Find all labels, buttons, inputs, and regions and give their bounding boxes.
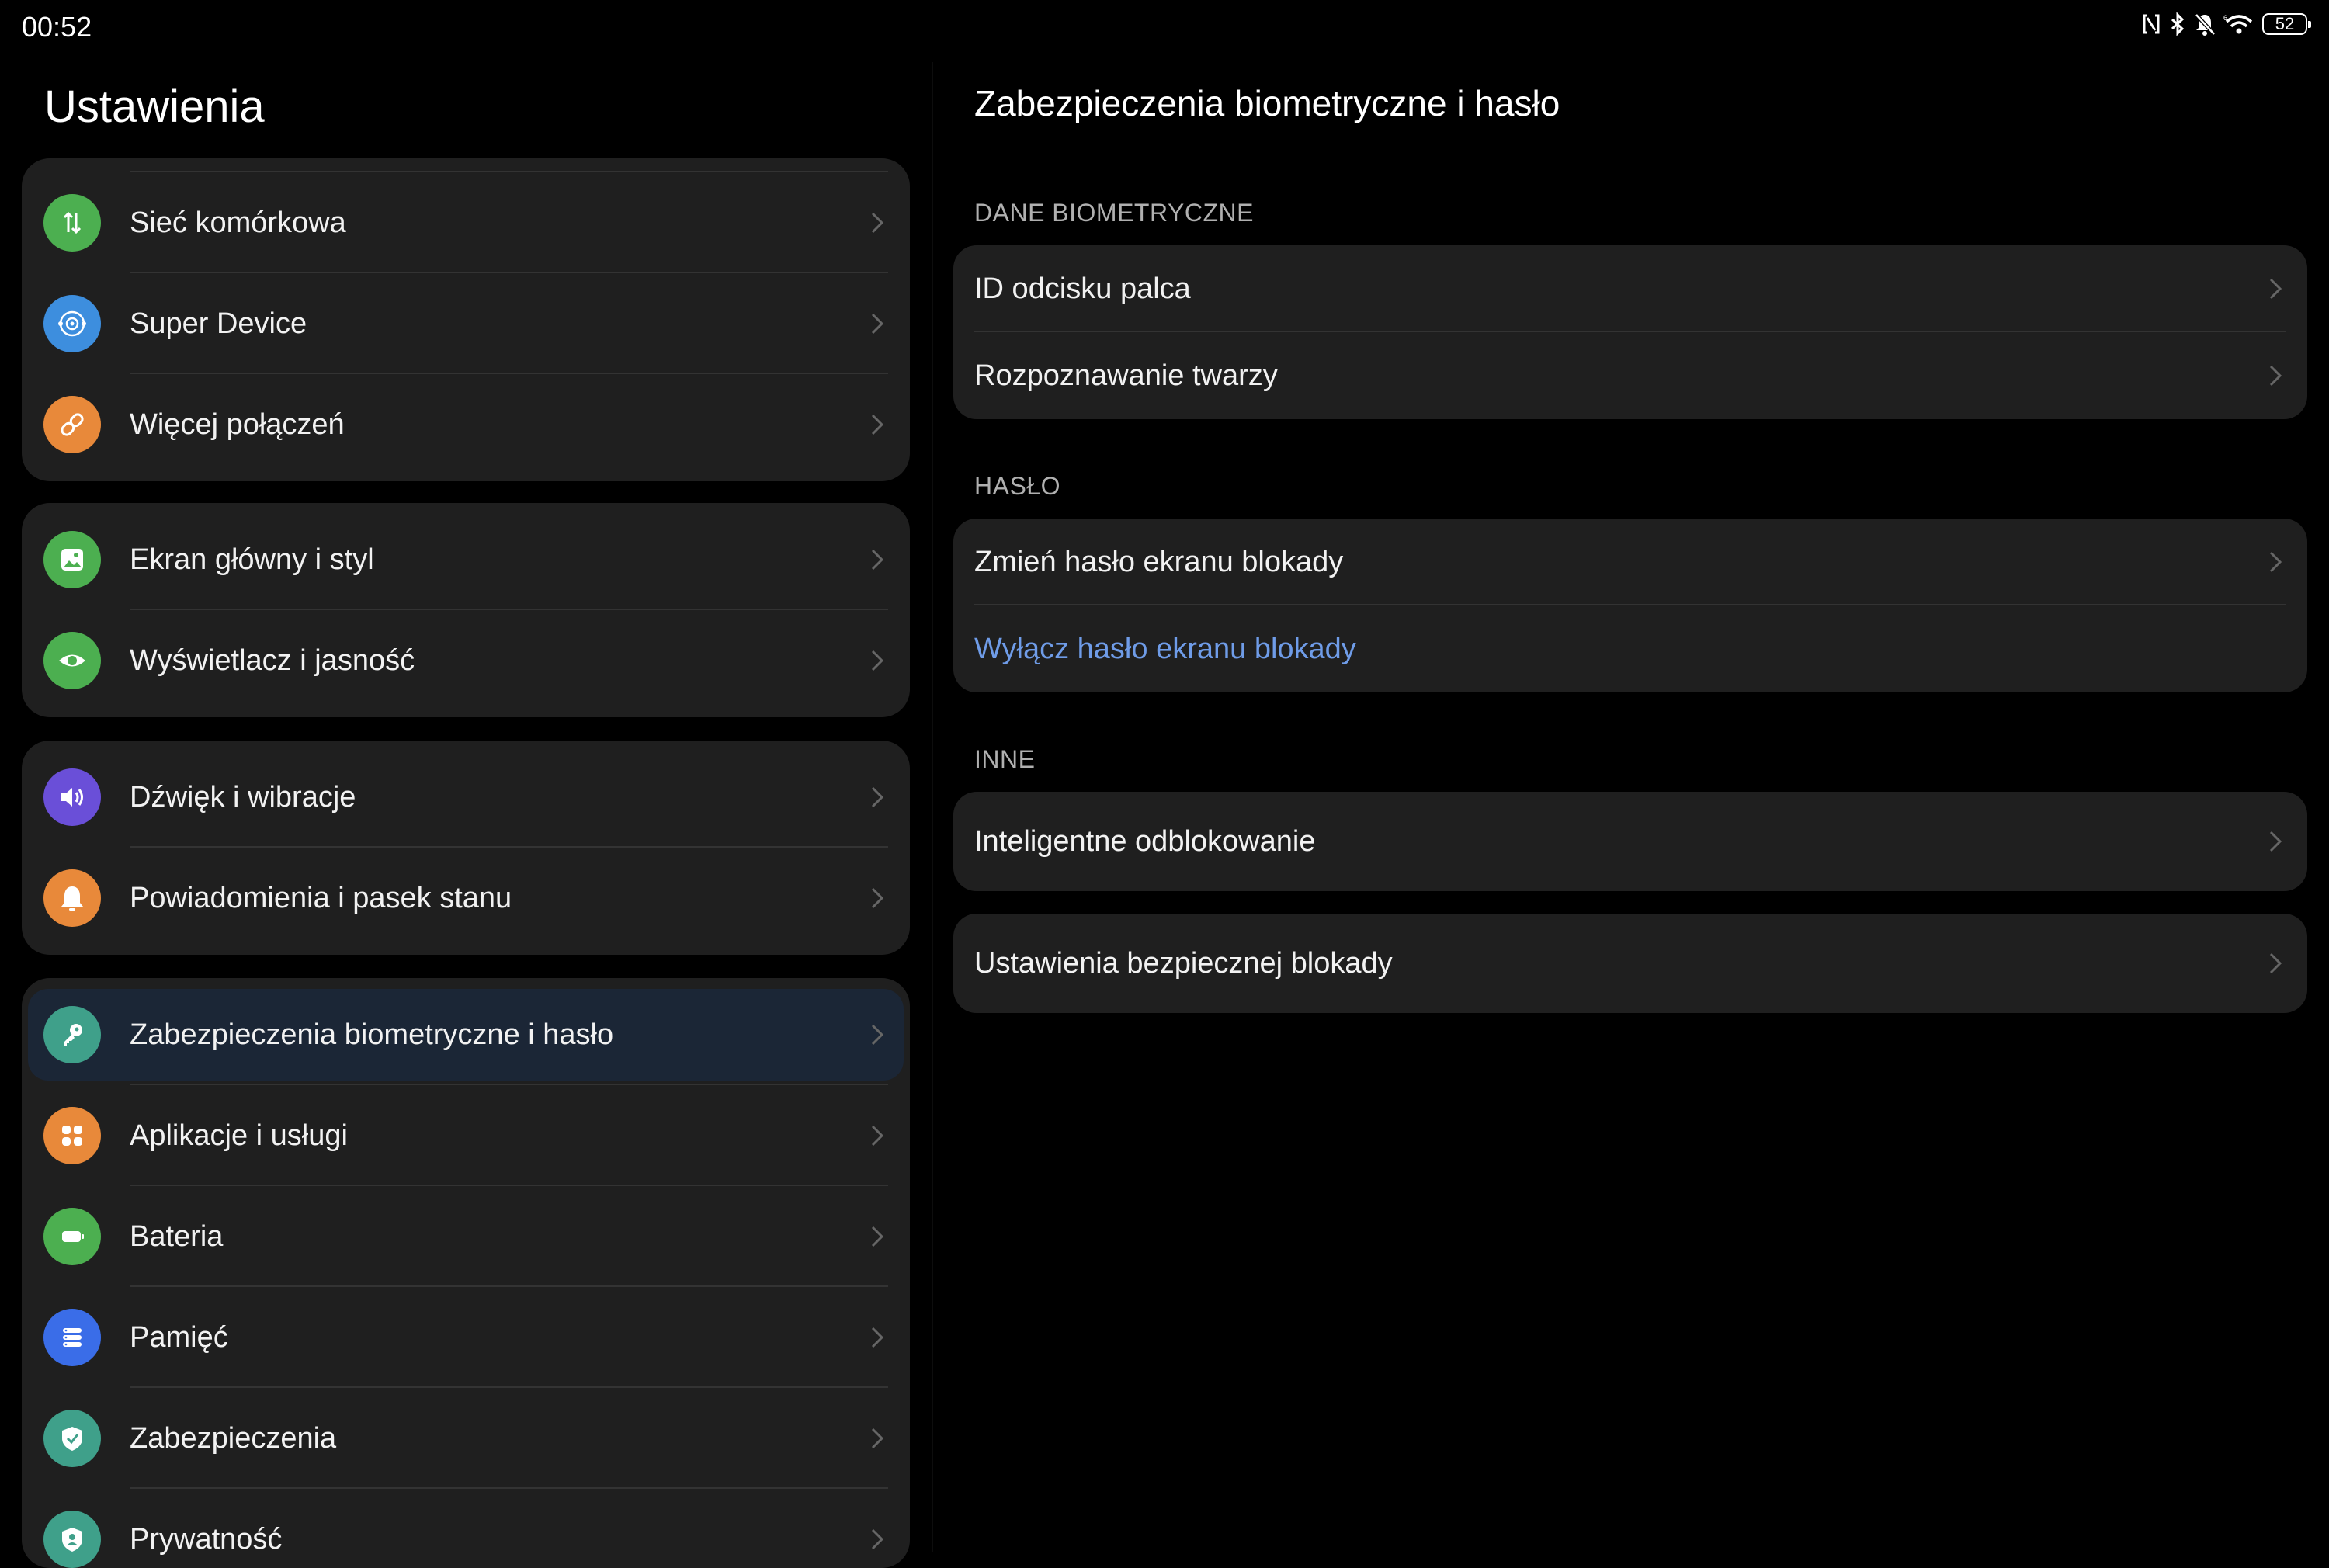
status-bar: 00:52 6 52	[0, 0, 2329, 62]
chevron-right-icon	[2269, 278, 2282, 300]
item-label: Inteligentne odblokowanie	[974, 824, 1316, 858]
chevron-right-icon	[871, 212, 884, 234]
settings-item-label: Aplikacje i usługi	[130, 1119, 348, 1152]
disable-lock-password-item[interactable]: Wyłącz hasło ekranu blokady	[953, 605, 2307, 692]
chevron-right-icon	[871, 1024, 884, 1046]
section-header-password: HASŁO	[974, 472, 1060, 500]
chevron-right-icon	[871, 549, 884, 571]
settings-item-mobile-network[interactable]: Sieć komórkowa	[22, 172, 910, 273]
face-recognition-item[interactable]: Rozpoznawanie twarzy	[953, 332, 2307, 419]
section-header-biometrics: DANE BIOMETRYCZNE	[974, 199, 1254, 227]
storage-icon	[43, 1309, 101, 1366]
wifi-icon: 6	[2223, 12, 2254, 36]
nfc-icon	[2141, 13, 2161, 35]
item-label: Zmień hasło ekranu blokady	[974, 545, 1344, 578]
eye-icon	[43, 632, 101, 689]
settings-item-home-screen[interactable]: Ekran główny i styl	[22, 509, 910, 610]
settings-item-label: Pamięć	[130, 1320, 228, 1354]
settings-item-label: Sieć komórkowa	[130, 206, 346, 239]
settings-group-sound: Dźwięk i wibracje Powiadomienia i pasek …	[22, 741, 910, 955]
password-card: Zmień hasło ekranu blokady Wyłącz hasło …	[953, 519, 2307, 692]
smart-unlock-item[interactable]: Inteligentne odblokowanie	[953, 792, 2307, 891]
item-label: Rozpoznawanie twarzy	[974, 359, 1278, 392]
settings-item-label: Wyświetlacz i jasność	[130, 644, 415, 677]
battery-icon: 52	[2262, 13, 2311, 35]
chevron-right-icon	[2269, 831, 2282, 852]
chevron-right-icon	[2269, 551, 2282, 573]
battery-setting-icon	[43, 1208, 101, 1265]
fingerprint-id-item[interactable]: ID odcisku palca	[953, 245, 2307, 332]
status-icons: 6 52	[2141, 12, 2311, 36]
secure-lock-settings-item[interactable]: Ustawienia bezpiecznej blokady	[953, 914, 2307, 1013]
key-icon	[43, 1006, 101, 1063]
svg-text:6: 6	[2223, 14, 2227, 22]
item-label: ID odcisku palca	[974, 272, 1191, 305]
settings-group-system: Zabezpieczenia biometryczne i hasło Apli…	[22, 978, 910, 1568]
page-title: Ustawienia	[44, 82, 265, 132]
shield-check-icon	[43, 1410, 101, 1467]
privacy-icon	[43, 1511, 101, 1568]
settings-item-more-connections[interactable]: Więcej połączeń	[22, 374, 910, 475]
settings-item-label: Bateria	[130, 1219, 224, 1253]
other-card: Inteligentne odblokowanie	[953, 792, 2307, 891]
section-header-other: INNE	[974, 745, 1036, 773]
settings-item-security[interactable]: Zabezpieczenia	[22, 1388, 910, 1489]
image-icon	[43, 531, 101, 588]
settings-item-label: Więcej połączeń	[130, 408, 345, 441]
status-time: 00:52	[22, 11, 92, 43]
bluetooth-icon	[2169, 12, 2186, 36]
chevron-right-icon	[871, 887, 884, 909]
settings-item-storage[interactable]: Pamięć	[22, 1287, 910, 1388]
chevron-right-icon	[871, 786, 884, 808]
super-device-icon	[43, 295, 101, 352]
bell-icon	[43, 869, 101, 927]
settings-list-pane: Ustawienia Sieć komórkowa Super Device W…	[0, 62, 932, 1568]
settings-item-label: Powiadomienia i pasek stanu	[130, 881, 512, 914]
chevron-right-icon	[871, 1528, 884, 1550]
settings-item-super-device[interactable]: Super Device	[22, 273, 910, 374]
settings-item-battery[interactable]: Bateria	[22, 1186, 910, 1287]
settings-item-biometrics-password[interactable]: Zabezpieczenia biometryczne i hasło	[22, 984, 910, 1085]
settings-item-label: Prywatność	[130, 1522, 283, 1556]
change-lock-password-item[interactable]: Zmień hasło ekranu blokady	[953, 519, 2307, 605]
disable-password-link[interactable]: Wyłącz hasło ekranu blokady	[974, 633, 1356, 666]
settings-item-label: Ekran główny i styl	[130, 543, 374, 576]
chevron-right-icon	[871, 1226, 884, 1247]
detail-title: Zabezpieczenia biometryczne i hasło	[974, 83, 1560, 123]
item-label: Ustawienia bezpiecznej blokady	[974, 946, 1393, 980]
chevron-right-icon	[871, 1428, 884, 1449]
settings-item-apps-services[interactable]: Aplikacje i usługi	[22, 1085, 910, 1186]
settings-item-sound[interactable]: Dźwięk i wibracje	[22, 747, 910, 848]
speaker-icon	[43, 768, 101, 826]
settings-item-privacy[interactable]: Prywatność	[22, 1489, 910, 1568]
settings-item-label: Zabezpieczenia biometryczne i hasło	[130, 1018, 614, 1051]
settings-item-label: Zabezpieczenia	[130, 1421, 337, 1455]
settings-group-display: Ekran główny i styl Wyświetlacz i jasnoś…	[22, 503, 910, 717]
chevron-right-icon	[871, 414, 884, 435]
biometrics-card: ID odcisku palca Rozpoznawanie twarzy	[953, 245, 2307, 419]
settings-item-label: Dźwięk i wibracje	[130, 780, 356, 813]
chevron-right-icon	[2269, 365, 2282, 387]
settings-item-display-brightness[interactable]: Wyświetlacz i jasność	[22, 610, 910, 711]
chevron-right-icon	[871, 313, 884, 335]
secure-lock-card: Ustawienia bezpiecznej blokady	[953, 914, 2307, 1013]
chevron-right-icon	[871, 1125, 884, 1147]
settings-item-notifications[interactable]: Powiadomienia i pasek stanu	[22, 848, 910, 949]
chevron-right-icon	[2269, 952, 2282, 974]
settings-item-label: Super Device	[130, 307, 307, 340]
link-icon	[43, 396, 101, 453]
mobile-data-icon	[43, 194, 101, 252]
settings-group-connectivity: Sieć komórkowa Super Device Więcej połąc…	[22, 158, 910, 481]
mute-icon	[2194, 12, 2216, 36]
chevron-right-icon	[871, 1327, 884, 1348]
apps-grid-icon	[43, 1107, 101, 1164]
detail-pane: Zabezpieczenia biometryczne i hasło DANE…	[933, 62, 2329, 1552]
chevron-right-icon	[871, 650, 884, 671]
